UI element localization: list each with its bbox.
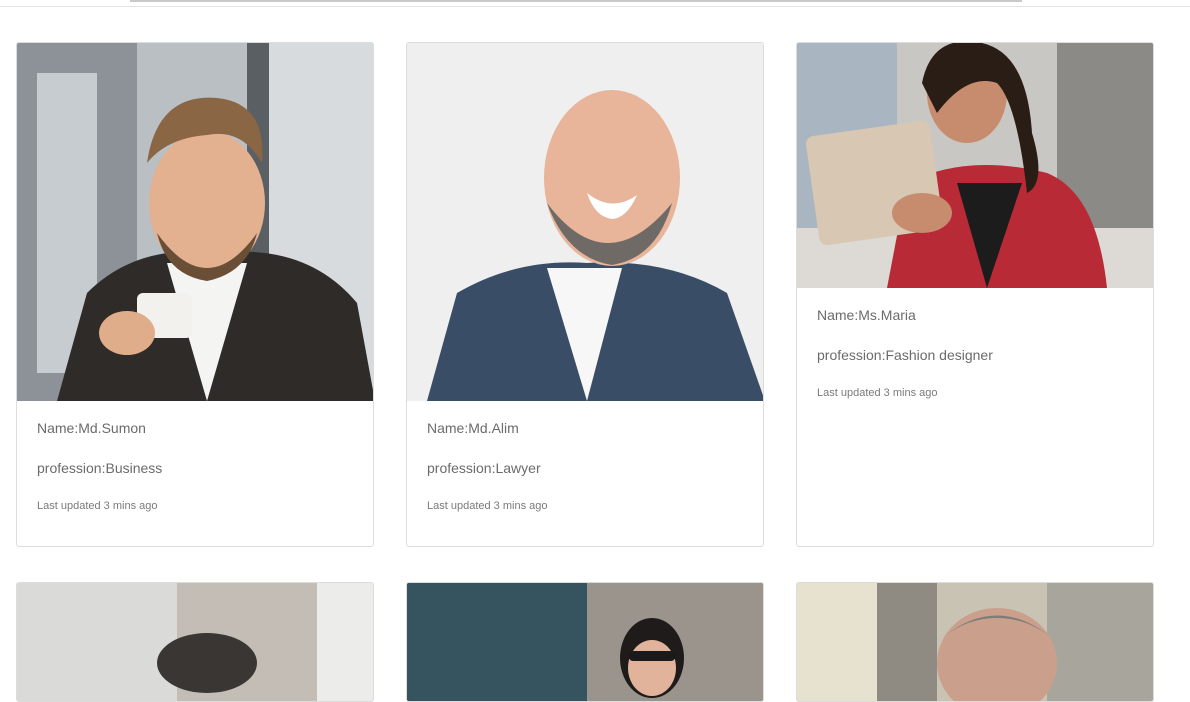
profile-photo [797, 43, 1153, 288]
profile-profession: profession:Fashion designer [817, 347, 993, 363]
last-updated-text: Last updated 3 mins ago [817, 387, 938, 399]
scrollbar-thumb[interactable] [130, 0, 1022, 2]
profile-card[interactable] [406, 582, 764, 702]
last-updated-text: Last updated 3 mins ago [427, 500, 548, 512]
profile-name: Name:Md.Alim [427, 420, 519, 436]
profile-photo [407, 43, 763, 401]
profile-photo [17, 43, 373, 401]
profile-profession: profession:Business [37, 460, 163, 476]
profile-photo [17, 583, 373, 701]
profile-card[interactable]: Name:Md.Alim profession:Lawyer Last upda… [406, 42, 764, 547]
profile-card[interactable] [796, 582, 1154, 702]
profile-card[interactable]: Name:Ms.Maria profession:Fashion designe… [796, 42, 1154, 547]
profile-card[interactable] [16, 582, 374, 702]
profile-photo [407, 583, 763, 701]
profile-name: Name:Md.Sumon [37, 420, 146, 436]
profile-name: Name:Ms.Maria [817, 307, 916, 323]
profile-photo [797, 583, 1153, 701]
profile-profession: profession:Lawyer [427, 460, 541, 476]
last-updated-text: Last updated 3 mins ago [37, 500, 158, 512]
profile-card[interactable]: Name:Md.Sumon profession:Business Last u… [16, 42, 374, 547]
top-scrollbar[interactable] [0, 0, 1190, 7]
